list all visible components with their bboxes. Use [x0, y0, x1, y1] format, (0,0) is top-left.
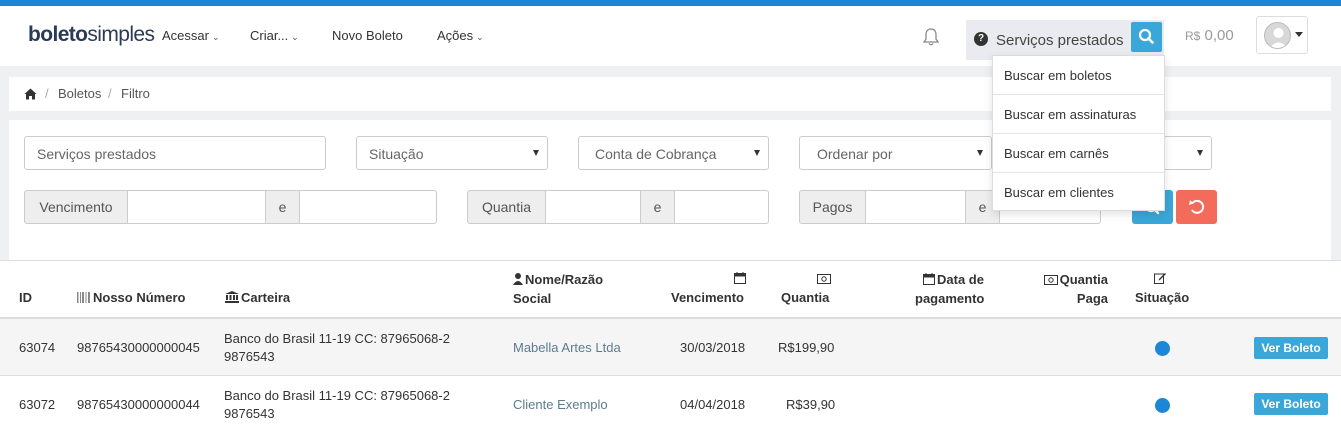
header-situacao[interactable]: Situação — [1135, 289, 1189, 307]
chevron-down-icon: ⌄ — [211, 32, 220, 42]
table-row: 63074 98765430000000045 Banco do Brasil … — [0, 319, 1341, 376]
filter-text-input[interactable]: Serviços prestados — [24, 136, 326, 170]
calendar-icon — [923, 272, 935, 290]
barcode-icon — [77, 290, 91, 308]
vencimento-to-input[interactable] — [299, 190, 437, 224]
header-quantia-paga[interactable]: Quantia Paga — [1038, 271, 1108, 308]
breadcrumb-separator: / — [45, 86, 49, 101]
cell-nosso-numero: 98765430000000045 — [77, 340, 200, 355]
money-icon — [1043, 272, 1058, 290]
caret-down-icon — [754, 150, 760, 156]
user-avatar-icon — [1264, 22, 1291, 49]
user-menu-button[interactable] — [1256, 16, 1308, 54]
cell-nome-link[interactable]: Cliente Exemplo — [513, 396, 608, 414]
nav-criar[interactable]: Criar... ⌄ — [250, 28, 299, 43]
dropdown-item-clientes[interactable]: Buscar em clientes — [993, 173, 1164, 212]
cell-nosso-numero: 98765430000000044 — [77, 397, 200, 412]
header-id[interactable]: ID — [19, 289, 32, 307]
search-scope-dropdown: Buscar em boletos Buscar em assinaturas … — [992, 55, 1165, 211]
header-quantia[interactable]: Quantia — [781, 289, 829, 307]
dropdown-item-carnes[interactable]: Buscar em carnês — [993, 134, 1164, 173]
cell-quantia: R$199,90 — [778, 340, 835, 355]
quantia-to-input[interactable] — [674, 190, 769, 224]
quantia-and-label: e — [640, 190, 675, 224]
question-circle-icon[interactable]: ? — [974, 32, 988, 46]
status-dot — [1155, 341, 1170, 356]
breadcrumb-boletos[interactable]: Boletos — [58, 86, 101, 101]
cell-nome-link[interactable]: Mabella Artes Ltda — [513, 339, 621, 357]
ordenar-select[interactable]: Ordenar por — [799, 136, 992, 170]
search-input[interactable] — [996, 28, 1130, 52]
caret-down-icon — [1295, 32, 1303, 37]
edit-icon — [1154, 271, 1166, 289]
search-button[interactable] — [1131, 22, 1162, 52]
vencimento-from-input[interactable] — [127, 190, 266, 224]
cell-id: 63074 — [19, 340, 56, 355]
conta-cobranca-select[interactable]: Conta de Cobrança — [578, 136, 769, 170]
ver-boleto-button[interactable]: Ver Boleto — [1254, 337, 1328, 359]
ver-boleto-button[interactable]: Ver Boleto — [1254, 393, 1328, 415]
dropdown-item-boletos[interactable]: Buscar em boletos — [993, 56, 1164, 95]
quantia-label: Quantia — [467, 190, 546, 224]
cell-carteira: Banco do Brasil 11-19 CC: 87965068-2 9876… — [224, 388, 450, 421]
status-dot — [1155, 398, 1170, 413]
money-icon — [817, 271, 831, 289]
cell-vencimento: 30/03/2018 — [680, 340, 746, 355]
header-nome[interactable]: Nome/Razão Social — [513, 271, 603, 308]
caret-down-icon — [977, 150, 983, 156]
caret-down-icon — [533, 150, 539, 156]
pagos-from-input[interactable] — [865, 190, 966, 224]
vencimento-and-label: e — [265, 190, 300, 224]
header-data-pagamento[interactable]: Data de pagamento — [915, 271, 984, 308]
cell-id: 63072 — [19, 397, 56, 412]
logo[interactable]: boletosimples — [28, 23, 155, 47]
reset-filter-button[interactable] — [1176, 190, 1217, 224]
cell-vencimento: 04/04/2018 — [680, 397, 746, 412]
home-icon[interactable] — [24, 88, 37, 103]
header-nosso-numero[interactable]: Nosso Número — [77, 289, 185, 308]
dropdown-item-assinaturas[interactable]: Buscar em assinaturas — [993, 95, 1164, 134]
vencimento-label: Vencimento — [24, 190, 128, 224]
quantia-from-input[interactable] — [545, 190, 641, 224]
nav-novo-boleto[interactable]: Novo Boleto — [332, 28, 403, 43]
user-icon — [513, 272, 523, 290]
chevron-down-icon: ⌄ — [476, 32, 484, 42]
bell-icon[interactable] — [922, 27, 940, 47]
bank-icon — [225, 290, 239, 308]
calendar-icon — [734, 271, 746, 289]
balance: R$ 0,00 — [1185, 27, 1234, 44]
nav-acoes[interactable]: Ações ⌄ — [437, 28, 484, 43]
breadcrumb-filtro: Filtro — [121, 86, 150, 101]
header-vencimento[interactable]: Vencimento — [671, 289, 744, 307]
breadcrumb-separator: / — [108, 86, 112, 101]
search-icon — [1138, 28, 1154, 44]
header-carteira[interactable]: Carteira — [225, 289, 290, 308]
cell-carteira: Banco do Brasil 11-19 CC: 87965068-2 9876… — [224, 331, 450, 364]
undo-icon — [1189, 199, 1205, 214]
situacao-select[interactable]: Situação — [356, 136, 548, 170]
table-row: 63072 98765430000000044 Banco do Brasil … — [0, 376, 1341, 431]
nav-acessar[interactable]: Acessar ⌄ — [162, 28, 220, 43]
caret-down-icon — [1197, 150, 1203, 156]
cell-quantia: R$39,90 — [786, 397, 836, 412]
chevron-down-icon: ⌄ — [291, 32, 299, 42]
pagos-label: Pagos — [799, 190, 866, 224]
boletos-table: ID Nosso Número Carteira Nome/Razão Socia… — [0, 260, 1341, 431]
